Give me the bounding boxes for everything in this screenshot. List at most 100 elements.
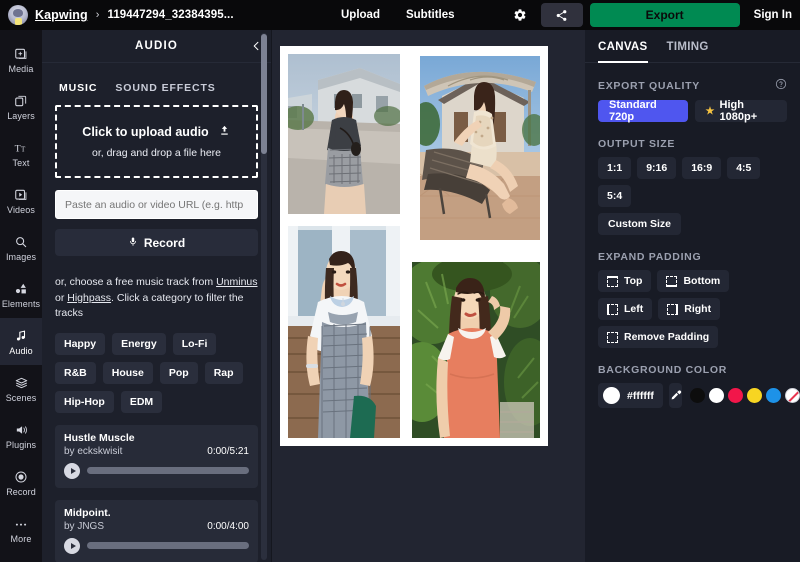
rail-label: Layers (7, 111, 35, 121)
chip-hiphop[interactable]: Hip-Hop (55, 391, 114, 413)
chip-edm[interactable]: EDM (121, 391, 162, 413)
photo-top-right[interactable] (420, 56, 540, 240)
swatch-yellow[interactable] (747, 388, 762, 403)
share-button[interactable] (541, 3, 583, 27)
audio-url-input[interactable] (55, 190, 258, 219)
record-button[interactable]: Record (55, 229, 258, 256)
rail-item-text[interactable]: TT Text (0, 130, 42, 177)
signin-button[interactable]: Sign In (754, 9, 792, 21)
remove-padding-button[interactable]: Remove Padding (598, 326, 718, 348)
free-music-note: or, choose a free music track from Unmin… (55, 275, 258, 322)
help-circle-icon[interactable] (775, 78, 787, 93)
play-icon[interactable] (64, 463, 80, 479)
project-title[interactable]: 119447294_32384395... (107, 9, 233, 21)
share-icon (555, 9, 568, 22)
padding-top-button[interactable]: Top (598, 270, 651, 292)
free-note-mid: or (55, 292, 67, 304)
padding-row-2: Left Right (598, 298, 787, 320)
rail-label: Text (13, 158, 30, 168)
chip-lofi[interactable]: Lo-Fi (173, 333, 217, 355)
custom-size-button[interactable]: Custom Size (598, 213, 681, 235)
background-color-row: #ffffff (598, 383, 787, 408)
rail-item-plugins[interactable]: Plugins (0, 412, 42, 459)
swatch-blue[interactable] (766, 388, 781, 403)
track-title: Midpoint. (64, 507, 249, 519)
canvas-stage[interactable] (272, 30, 585, 562)
plugins-icon (14, 422, 29, 438)
chip-happy[interactable]: Happy (55, 333, 105, 355)
audio-panel: AUDIO MUSIC SOUND EFFECTS Click to uploa… (42, 30, 272, 562)
export-quality-heading: EXPORT QUALITY (598, 80, 700, 92)
canvas-sheet[interactable] (280, 46, 548, 446)
subtitles-link[interactable]: Subtitles (406, 9, 455, 21)
audio-panel-scrollbar[interactable] (261, 33, 267, 560)
unminus-link[interactable]: Unminus (216, 276, 257, 288)
ratio-5-4[interactable]: 5:4 (598, 185, 631, 207)
play-icon[interactable] (64, 538, 80, 554)
brand-link[interactable]: Kapwing (35, 8, 88, 22)
tab-canvas[interactable]: CANVAS (598, 41, 648, 63)
color-picker-button[interactable] (669, 383, 682, 408)
photo-bottom-right[interactable] (412, 262, 540, 438)
tab-sound-effects[interactable]: SOUND EFFECTS (115, 82, 215, 94)
swatch-white[interactable] (709, 388, 724, 403)
expand-padding-heading: EXPAND PADDING (598, 251, 701, 263)
chip-house[interactable]: House (103, 362, 153, 384)
track-meta: by JNGS 0:00/4:00 (64, 521, 249, 532)
tab-timing[interactable]: TIMING (667, 41, 709, 63)
rail-label: Plugins (6, 440, 36, 450)
ratio-4-5[interactable]: 4:5 (727, 157, 760, 179)
tab-music[interactable]: MUSIC (59, 82, 97, 94)
rail-item-elements[interactable]: Elements (0, 271, 42, 318)
ratio-1-1[interactable]: 1:1 (598, 157, 631, 179)
background-color-heading: BACKGROUND COLOR (598, 364, 727, 376)
audio-panel-scrollbar-thumb[interactable] (261, 34, 267, 154)
upload-icon (218, 124, 231, 140)
track-title: Hustle Muscle (64, 432, 249, 444)
padding-bottom-button[interactable]: Bottom (657, 270, 729, 292)
upload-dropzone[interactable]: Click to upload audio or, drag and drop … (55, 105, 258, 178)
swatch-black[interactable] (690, 388, 705, 403)
track-item[interactable]: Hustle Muscle by eckskwisit 0:00/5:21 (55, 425, 258, 488)
rail-item-scenes[interactable]: Scenes (0, 365, 42, 412)
rail-item-audio[interactable]: Audio (0, 318, 42, 365)
chip-rnb[interactable]: R&B (55, 362, 96, 384)
chip-energy[interactable]: Energy (112, 333, 166, 355)
rail-item-record[interactable]: Record (0, 459, 42, 506)
ratio-9-16[interactable]: 9:16 (637, 157, 676, 179)
padding-left-button[interactable]: Left (598, 298, 652, 320)
scenes-icon (14, 375, 29, 391)
upload-link[interactable]: Upload (341, 9, 380, 21)
chip-pop[interactable]: Pop (160, 362, 198, 384)
padding-remove-icon (607, 332, 618, 343)
color-swatches (690, 388, 800, 403)
avatar[interactable] (8, 5, 28, 25)
rail-item-layers[interactable]: Layers (0, 83, 42, 130)
highpass-link[interactable]: Highpass (67, 292, 111, 304)
photo-top-left[interactable] (288, 54, 400, 214)
rail-item-more[interactable]: More (0, 506, 42, 553)
kapwing-editor: Kapwing › 119447294_32384395... Upload S… (0, 0, 800, 562)
record-icon (14, 469, 28, 485)
track-item[interactable]: Midpoint. by JNGS 0:00/4:00 (55, 500, 258, 562)
padding-right-button[interactable]: Right (658, 298, 720, 320)
quality-high-1080p[interactable]: ★ High 1080p+ (695, 100, 787, 122)
swatch-red[interactable] (728, 388, 743, 403)
ratio-16-9[interactable]: 16:9 (682, 157, 721, 179)
chip-rap[interactable]: Rap (205, 362, 243, 384)
properties-tabs: CANVAS TIMING (585, 30, 800, 63)
rail-item-images[interactable]: Images (0, 224, 42, 271)
photo-bottom-left[interactable] (288, 226, 400, 438)
export-button[interactable]: Export (590, 3, 740, 27)
star-icon: ★ (706, 106, 715, 117)
dropzone-main-row: Click to upload audio (82, 124, 230, 140)
track-seek-bar[interactable] (87, 467, 249, 474)
track-seek-bar[interactable] (87, 542, 249, 549)
rail-label: Media (8, 64, 33, 74)
rail-item-videos[interactable]: Videos (0, 177, 42, 224)
quality-standard-720p[interactable]: Standard 720p (598, 100, 688, 122)
settings-button[interactable] (503, 0, 537, 30)
swatch-transparent[interactable] (785, 388, 800, 403)
rail-item-media[interactable]: Media (0, 36, 42, 83)
background-color-current[interactable]: #ffffff (598, 383, 663, 408)
